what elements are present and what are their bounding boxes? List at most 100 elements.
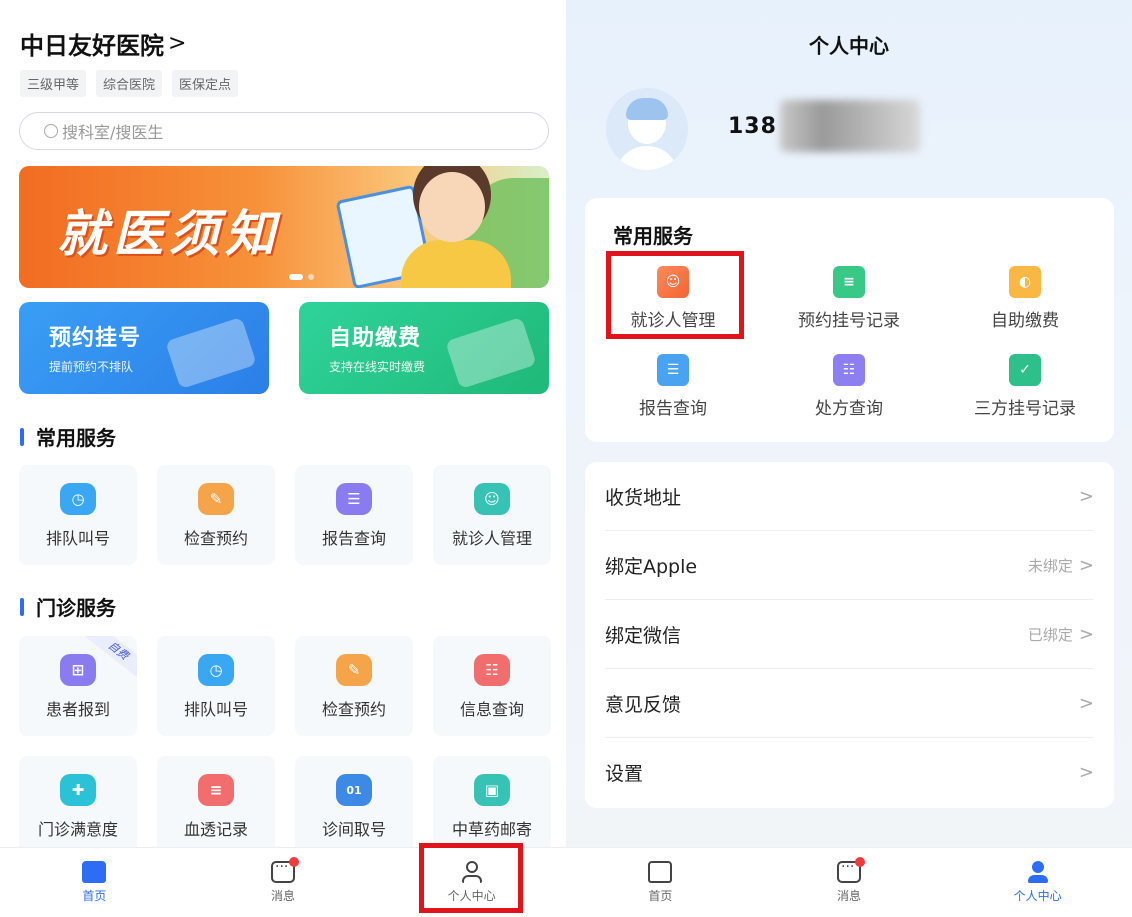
outpatient-services-heading: 门诊服务 — [20, 592, 116, 621]
tab-label: 个人中心 — [1013, 889, 1062, 903]
box-icon: ▣ — [474, 774, 510, 806]
tile-label: 就诊人管理 — [451, 529, 532, 548]
page-title: 个人中心 — [809, 34, 889, 58]
appointment-card[interactable]: 预约挂号 提前预约不排队 — [19, 302, 269, 394]
hospital-tag: 综合医院 — [96, 70, 163, 97]
row-value: 已绑定 — [1027, 625, 1073, 644]
record-icon: ≡ — [198, 774, 234, 806]
hospital-tag: 医保定点 — [172, 70, 239, 97]
row-bind-wechat[interactable]: 绑定微信 已绑定 > — [605, 600, 1094, 669]
tile-clinic-ticket[interactable]: 01 诊间取号 — [295, 756, 413, 856]
home-icon — [648, 861, 673, 883]
ticket-icon: 01 — [336, 774, 372, 806]
service-label: 自助缴费 — [991, 311, 1059, 331]
tab-profile[interactable]: 个人中心 — [943, 848, 1132, 917]
report-search-icon: ☰ — [657, 354, 689, 386]
tab-home[interactable]: 首页 — [566, 848, 755, 917]
appointment-card-title: 预约挂号 — [49, 326, 142, 351]
row-value: 未绑定 — [1027, 556, 1073, 575]
checkin-icon: ⊞ — [60, 654, 96, 686]
tab-messages[interactable]: 消息 — [755, 848, 944, 917]
chevron-right-icon: > — [1078, 554, 1094, 576]
highlight-box-profile-tab — [419, 843, 523, 913]
tile-label: 检查预约 — [183, 529, 248, 548]
tile-herbal-mail[interactable]: ▣ 中草药邮寄 — [433, 756, 551, 856]
service-report-query[interactable]: ☰ 报告查询 — [598, 354, 748, 419]
row-feedback[interactable]: 意见反馈 > — [605, 669, 1094, 738]
phone-number: 138 — [728, 114, 777, 139]
self-payment-card-title: 自助缴费 — [329, 326, 422, 351]
banner-title: 就医须知 — [57, 205, 281, 263]
tile-dialysis-record[interactable]: ≡ 血透记录 — [157, 756, 275, 856]
self-payment-card-subtitle: 支持在线实时缴费 — [329, 360, 426, 374]
highlight-box-patient-manage — [606, 251, 744, 339]
tile-label: 排队叫号 — [183, 700, 248, 719]
service-self-payment[interactable]: ◐ 自助缴费 — [950, 266, 1100, 331]
tab-home[interactable]: 首页 — [0, 848, 189, 917]
search-icon — [44, 124, 58, 138]
self-payment-card[interactable]: 自助缴费 支持在线实时缴费 — [299, 302, 549, 394]
tile-label: 报告查询 — [321, 529, 386, 548]
tab-label: 消息 — [837, 889, 862, 903]
hospital-tag: 三级甲等 — [20, 70, 87, 97]
tile-queue-call-2[interactable]: ◷ 排队叫号 — [157, 636, 275, 736]
carousel-indicator — [289, 274, 314, 280]
settings-list: 收货地址 > 绑定Apple 未绑定 > 绑定微信 已绑定 > 意见反馈 > 设置 … — [585, 462, 1114, 808]
tile-report-query[interactable]: ☰ 报告查询 — [295, 465, 413, 565]
tile-patient-checkin[interactable]: 自费 ⊞ 患者报到 — [19, 636, 137, 736]
tab-label: 消息 — [271, 889, 296, 903]
wallet-icon: ◐ — [1009, 266, 1041, 298]
service-third-party-record[interactable]: ✓ 三方挂号记录 — [950, 354, 1100, 419]
tile-label: 门诊满意度 — [37, 820, 118, 839]
user-icon — [1026, 861, 1050, 883]
service-prescription-query[interactable]: ☷ 处方查询 — [774, 354, 924, 419]
row-label: 意见反馈 — [605, 693, 682, 716]
tab-messages[interactable]: 消息 — [189, 848, 378, 917]
row-bind-apple[interactable]: 绑定Apple 未绑定 > — [605, 531, 1094, 600]
hospital-home-screen: 中日友好医院 > 三级甲等 综合医院 医保定点 搜科室/搜医生 就医须知 预约挂… — [0, 0, 566, 917]
avatar[interactable] — [606, 88, 688, 170]
appointment-card-subtitle: 提前预约不排队 — [49, 360, 134, 374]
tile-label: 检查预约 — [321, 700, 386, 719]
prescription-icon: ☷ — [833, 354, 865, 386]
check-icon: ✎ — [336, 654, 372, 686]
tile-exam-booking-2[interactable]: ✎ 检查预约 — [295, 636, 413, 736]
notification-dot — [855, 857, 865, 867]
service-label: 报告查询 — [639, 399, 707, 419]
common-services-heading: 常用服务 — [613, 224, 693, 248]
row-settings[interactable]: 设置 > — [605, 738, 1094, 807]
tile-exam-booking[interactable]: ✎ 检查预约 — [157, 465, 275, 565]
medical-notice-banner[interactable]: 就医须知 — [19, 166, 549, 288]
patient-icon: ☺ — [474, 483, 510, 515]
chevron-right-icon: > — [168, 31, 187, 56]
row-label: 收货地址 — [605, 486, 682, 509]
tile-label: 信息查询 — [459, 700, 524, 719]
tile-patient-manage[interactable]: ☺ 就诊人管理 — [433, 465, 551, 565]
appointment-record-icon: ≡ — [833, 266, 865, 298]
doctor-illustration-head — [419, 172, 485, 242]
home-icon — [82, 861, 107, 883]
hospital-name-link[interactable]: 中日友好医院 > — [20, 26, 186, 61]
tile-label: 诊间取号 — [321, 820, 386, 839]
tile-label: 血透记录 — [183, 820, 248, 839]
tile-queue-call[interactable]: ◷ 排队叫号 — [19, 465, 137, 565]
search-placeholder: 搜科室/搜医生 — [62, 123, 164, 142]
check-icon: ✎ — [198, 483, 234, 515]
bottom-tab-bar: 首页 消息 个人中心 — [566, 847, 1132, 917]
tile-info-query[interactable]: ☷ 信息查询 — [433, 636, 551, 736]
tile-satisfaction[interactable]: ✚ 门诊满意度 — [19, 756, 137, 856]
service-label: 三方挂号记录 — [974, 399, 1076, 419]
hospital-name: 中日友好医院 — [20, 32, 164, 60]
service-label: 预约挂号记录 — [798, 311, 900, 331]
wallet-icon — [445, 316, 537, 390]
service-label: 处方查询 — [815, 399, 883, 419]
clock-icon: ◷ — [60, 483, 96, 515]
row-shipping-address[interactable]: 收货地址 > — [605, 462, 1094, 531]
service-appointment-record[interactable]: ≡ 预约挂号记录 — [774, 266, 924, 331]
third-party-record-icon: ✓ — [1009, 354, 1041, 386]
search-input[interactable]: 搜科室/搜医生 — [19, 112, 549, 150]
row-label: 绑定微信 — [605, 624, 682, 647]
tile-label: 患者报到 — [45, 700, 110, 719]
calendar-icon — [165, 316, 257, 390]
chevron-right-icon: > — [1078, 762, 1094, 783]
